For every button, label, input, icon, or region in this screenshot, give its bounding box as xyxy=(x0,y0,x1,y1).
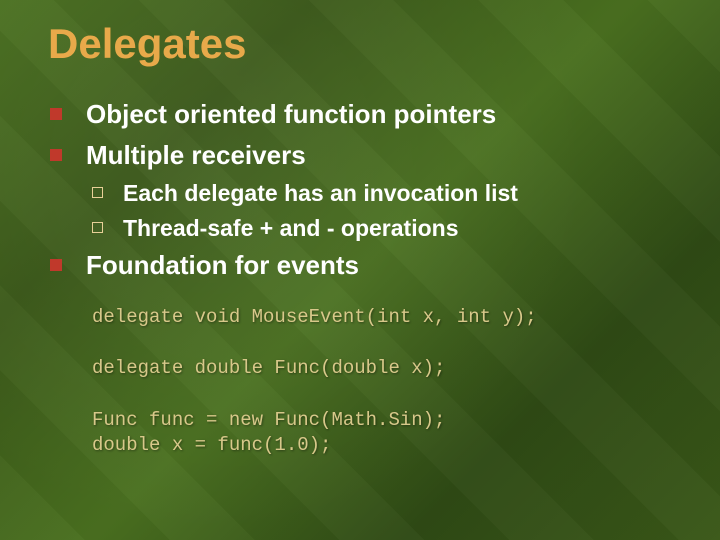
slide: Delegates Object oriented function point… xyxy=(0,0,720,540)
list-item: Object oriented function pointers xyxy=(50,98,680,131)
list-item: Thread-safe + and - operations xyxy=(92,214,680,243)
slide-title: Delegates xyxy=(48,20,680,68)
slide-content: Object oriented function pointers Multip… xyxy=(50,98,680,459)
bullet-text: Each delegate has an invocation list xyxy=(123,179,518,208)
bullet-text: Foundation for events xyxy=(86,249,359,282)
list-item: Multiple receivers xyxy=(50,139,680,172)
bullet-text: Multiple receivers xyxy=(86,139,306,172)
list-item: Foundation for events xyxy=(50,249,680,282)
square-bullet-icon xyxy=(50,108,62,120)
bullet-text: Thread-safe + and - operations xyxy=(123,214,459,243)
square-bullet-icon xyxy=(50,259,62,271)
square-outline-icon xyxy=(92,222,103,233)
code-block: delegate void MouseEvent(int x, int y); … xyxy=(92,305,680,459)
list-item: Each delegate has an invocation list xyxy=(92,179,680,208)
square-bullet-icon xyxy=(50,149,62,161)
square-outline-icon xyxy=(92,187,103,198)
bullet-text: Object oriented function pointers xyxy=(86,98,496,131)
